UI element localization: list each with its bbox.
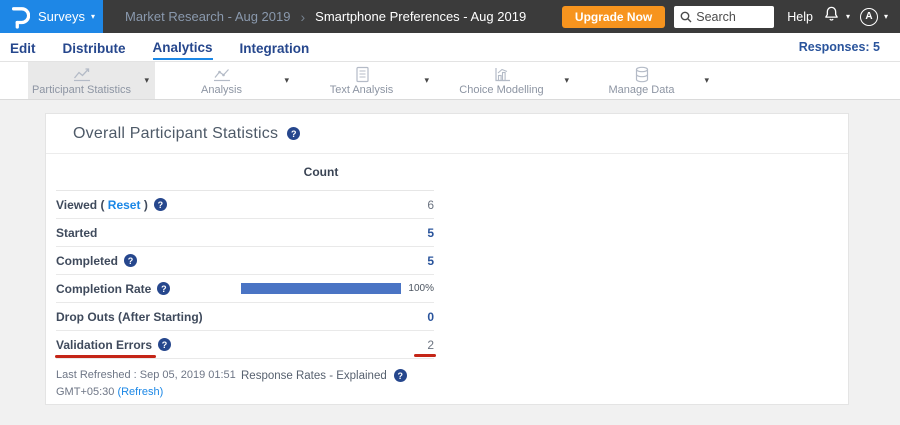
search-box [674, 6, 774, 28]
nav-item-edit[interactable]: Edit [10, 36, 36, 59]
table-row-viewed: Viewed ( Reset ) ? 6 [56, 191, 434, 219]
line-chart-icon [71, 66, 93, 83]
viewed-count: 6 [401, 198, 434, 212]
row-label: Completion Rate [56, 282, 151, 296]
help-icon[interactable]: ? [154, 198, 167, 211]
row-label-annotated: Validation Errors [56, 338, 152, 352]
tab-label: Analysis [201, 84, 242, 96]
completion-rate-value: 100% [401, 283, 434, 294]
help-icon[interactable]: ? [124, 254, 137, 267]
bar-chart-icon [491, 66, 513, 83]
chevron-down-icon[interactable]: ▾ [704, 74, 709, 85]
chevron-down-icon: ▾ [846, 12, 850, 21]
tab-analysis[interactable]: Analysis ▾ [168, 62, 295, 99]
tab-label: Participant Statistics [32, 84, 131, 96]
last-refreshed-text: Last Refreshed : Sep 05, 2019 01:51 GMT+… [56, 367, 241, 401]
page-title: Overall Participant Statistics [73, 125, 278, 143]
table-row-completion-rate: Completion Rate ? 100% [56, 275, 434, 303]
refresh-link[interactable]: (Refresh) [117, 386, 163, 398]
text-document-icon [351, 66, 373, 83]
table-row-validation-errors: Validation Errors ? 2 [56, 331, 434, 359]
table-header-row: Count [56, 154, 434, 191]
tab-choice-modelling[interactable]: Choice Modelling ▾ [448, 62, 575, 99]
breadcrumb-separator-icon: › [300, 9, 305, 25]
chevron-down-icon[interactable]: ▾ [284, 74, 289, 85]
tab-label: Text Analysis [330, 84, 394, 96]
nav-item-distribute[interactable]: Distribute [63, 36, 126, 59]
validation-errors-count-annotated: 2 [427, 338, 434, 352]
started-count: 5 [401, 226, 434, 240]
help-icon[interactable]: ? [158, 338, 171, 351]
responses-count[interactable]: Responses: 5 [799, 40, 880, 54]
participant-statistics-card: Overall Participant Statistics ? Count V… [45, 113, 849, 405]
tab-text-analysis[interactable]: Text Analysis ▾ [308, 62, 435, 99]
bell-icon [823, 5, 840, 28]
database-icon [631, 66, 653, 83]
breadcrumb-current: Smartphone Preferences - Aug 2019 [315, 9, 526, 24]
analytics-toolbar: Participant Statistics ▾ Analysis ▾ [0, 62, 900, 100]
participant-statistics-table: Count Viewed ( Reset ) ? 6 Started 5 [56, 154, 434, 401]
notifications-menu[interactable]: ▾ [823, 5, 850, 28]
row-label: Completed [56, 254, 118, 268]
response-rates-explained: Response Rates - Explained ? [241, 367, 407, 384]
table-footer: Last Refreshed : Sep 05, 2019 01:51 GMT+… [56, 359, 434, 401]
search-icon [679, 10, 693, 29]
surveys-menu[interactable]: Surveys ▾ [0, 0, 103, 33]
chevron-down-icon[interactable]: ▾ [564, 74, 569, 85]
page-content: Overall Participant Statistics ? Count V… [0, 113, 900, 425]
avatar: A [860, 8, 878, 26]
help-icon[interactable]: ? [157, 282, 170, 295]
nav-item-analytics[interactable]: Analytics [153, 35, 213, 60]
completed-count: 5 [401, 254, 434, 268]
drop-outs-count: 0 [401, 310, 434, 324]
help-link[interactable]: Help [787, 10, 813, 24]
count-column-header: Count [241, 165, 401, 179]
top-bar: Surveys ▾ Market Research - Aug 2019 › S… [0, 0, 900, 33]
chevron-down-icon[interactable]: ▾ [144, 74, 149, 85]
completion-rate-bar [241, 283, 401, 294]
tab-label: Choice Modelling [459, 84, 543, 96]
row-label: Viewed ( Reset ) [56, 198, 148, 212]
analysis-chart-icon [211, 66, 233, 83]
breadcrumb-parent[interactable]: Market Research - Aug 2019 [125, 9, 290, 24]
chevron-down-icon: ▾ [884, 12, 888, 21]
survey-nav: Edit Distribute Analytics Integration Re… [0, 33, 900, 62]
tab-label: Manage Data [608, 84, 674, 96]
chevron-down-icon: ▾ [91, 12, 95, 21]
nav-item-integration[interactable]: Integration [240, 36, 310, 59]
help-icon[interactable]: ? [287, 127, 300, 140]
reset-link[interactable]: Reset [108, 198, 141, 212]
chevron-down-icon[interactable]: ▾ [424, 74, 429, 85]
table-row-started: Started 5 [56, 219, 434, 247]
breadcrumb: Market Research - Aug 2019 › Smartphone … [125, 9, 526, 25]
account-menu[interactable]: A ▾ [860, 8, 888, 26]
row-label: Started [56, 226, 97, 240]
upgrade-now-button[interactable]: Upgrade Now [562, 6, 665, 28]
card-header: Overall Participant Statistics ? [46, 114, 848, 154]
questionpro-logo-icon [10, 5, 30, 29]
surveys-menu-label: Surveys [38, 9, 85, 24]
completion-rate-bar-track [241, 283, 401, 294]
tab-participant-statistics[interactable]: Participant Statistics ▾ [28, 62, 155, 99]
row-label: Drop Outs (After Starting) [56, 310, 203, 324]
tab-manage-data[interactable]: Manage Data ▾ [588, 62, 715, 99]
help-icon[interactable]: ? [394, 369, 407, 382]
table-row-drop-outs: Drop Outs (After Starting) 0 [56, 303, 434, 331]
table-row-completed: Completed ? 5 [56, 247, 434, 275]
